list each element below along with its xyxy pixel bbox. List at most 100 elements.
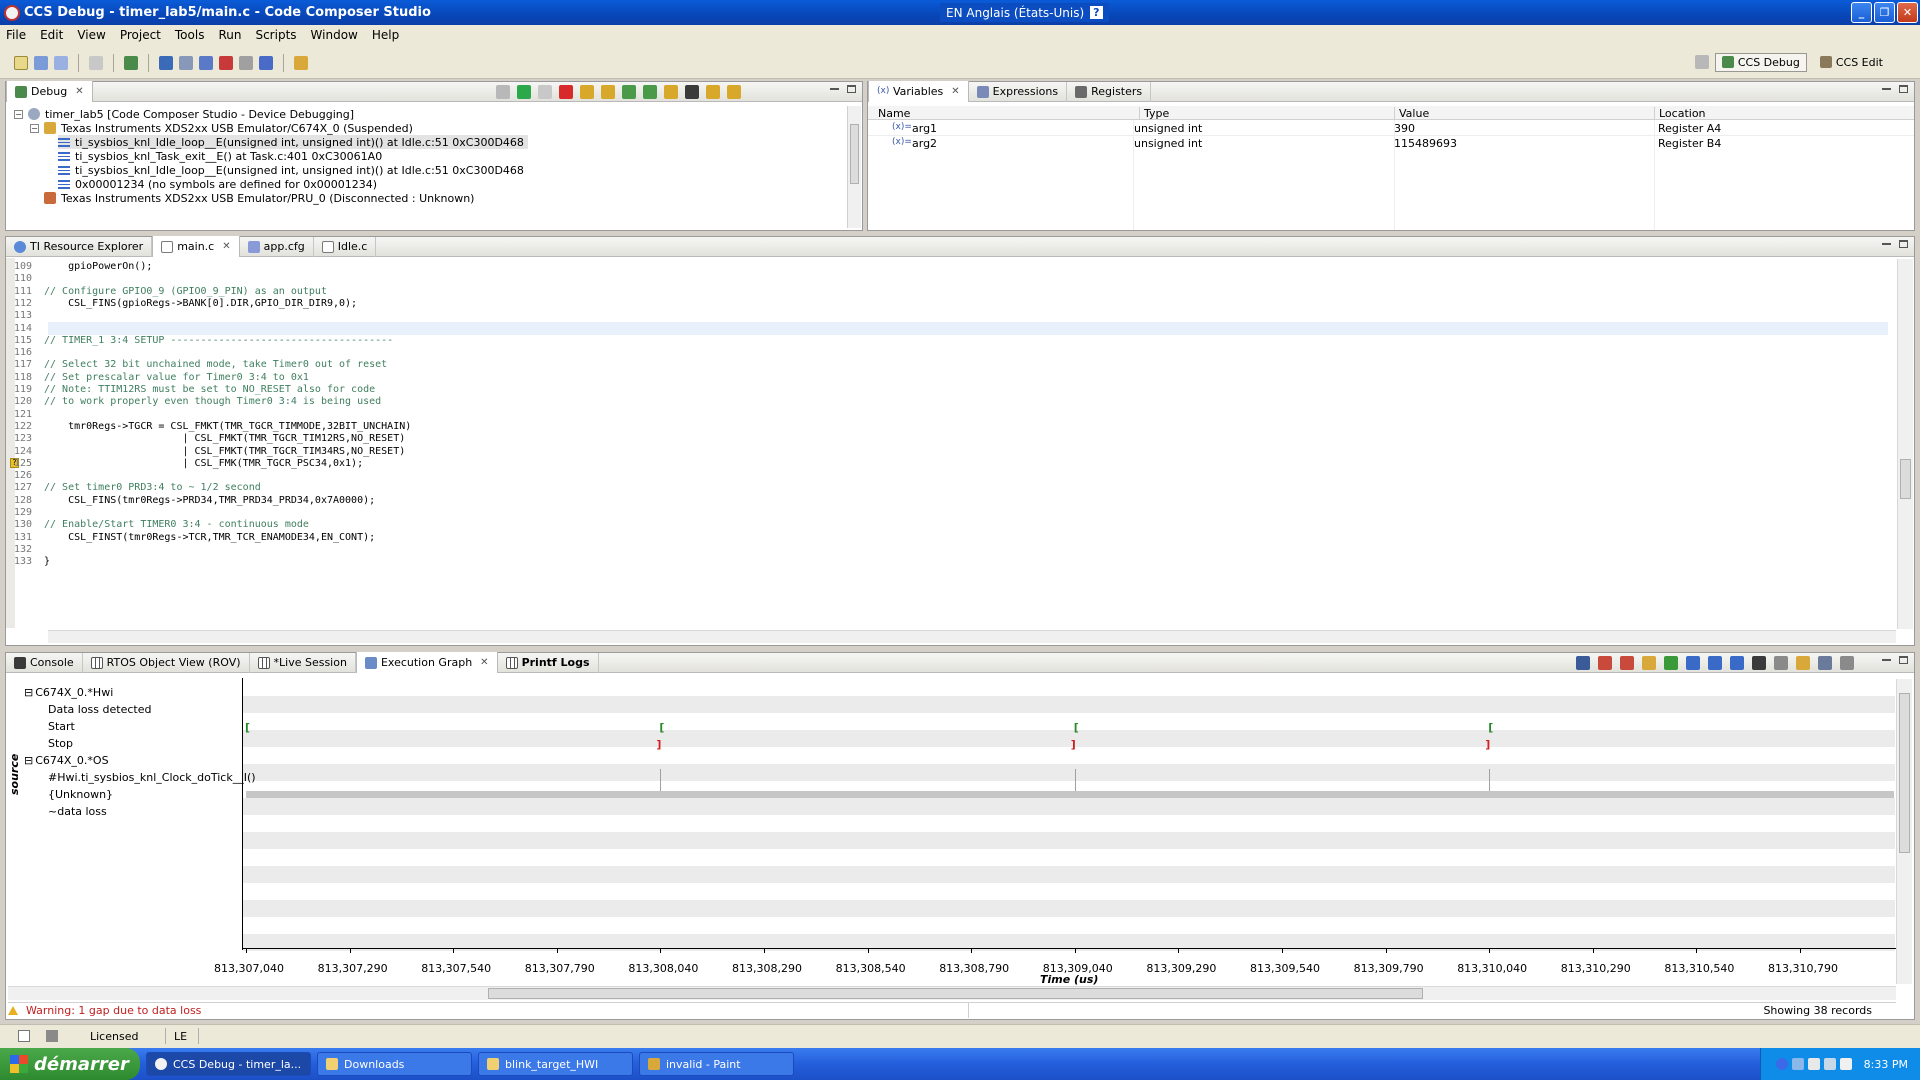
- collapse-all-icon[interactable]: [1840, 656, 1854, 670]
- tree-item-pru[interactable]: Texas Instruments XDS2xx USB Emulator/PR…: [44, 191, 474, 205]
- minimize-icon[interactable]: [1882, 659, 1891, 661]
- tools-icon[interactable]: [294, 56, 308, 70]
- reset-cpu-icon[interactable]: [685, 85, 699, 99]
- code-line[interactable]: 121: [14, 409, 44, 421]
- start-mark[interactable]: [: [1074, 721, 1079, 734]
- close-button[interactable]: ✕: [1897, 2, 1918, 23]
- assembly-step-over-icon[interactable]: [664, 85, 678, 99]
- code-line[interactable]: 119 // Note: TTIM12RS must be set to NO_R…: [14, 384, 375, 396]
- code-line[interactable]: 126: [14, 470, 44, 482]
- task-blink-target[interactable]: blink_target_HWI: [478, 1052, 633, 1076]
- tab-variables[interactable]: (x) Variables ✕: [868, 81, 969, 102]
- menu-tools[interactable]: Tools: [175, 28, 205, 42]
- refresh-icon[interactable]: [259, 56, 273, 70]
- restart-icon[interactable]: [706, 85, 720, 99]
- graph-horizontal-scrollbar[interactable]: [8, 986, 1896, 1000]
- collapse-icon[interactable]: −: [14, 109, 23, 119]
- editor-vertical-scrollbar[interactable]: [1897, 259, 1913, 629]
- license-icon[interactable]: [46, 1030, 58, 1042]
- code-line[interactable]: 130 // Enable/Start TIMER0 3:4 - continuo…: [14, 519, 309, 531]
- start-mark[interactable]: [: [659, 721, 664, 734]
- stop-mark[interactable]: ]: [656, 738, 661, 751]
- graph-vertical-scrollbar[interactable]: [1896, 679, 1912, 984]
- code-line[interactable]: 113: [14, 310, 44, 322]
- remove-terminated-icon[interactable]: [496, 85, 510, 99]
- tab-expressions[interactable]: Expressions: [969, 81, 1068, 102]
- table-row[interactable]: (x)= arg1 unsigned int 390 Register A4: [868, 121, 1914, 135]
- minimize-icon[interactable]: [830, 88, 839, 90]
- graph-row-label[interactable]: ⊟ C674X_0.*Hwi: [24, 686, 113, 699]
- tab-execution-graph[interactable]: Execution Graph ✕: [355, 652, 498, 673]
- code-line[interactable]: 118 // Set prescalar value for Timer0 3:4…: [14, 372, 309, 384]
- group-icon[interactable]: [1642, 656, 1656, 670]
- terminate-icon[interactable]: [559, 85, 573, 99]
- collapse-icon[interactable]: −: [30, 123, 39, 133]
- usb-icon[interactable]: [1807, 1058, 1820, 1070]
- network-icon[interactable]: [1791, 1058, 1804, 1070]
- code-line[interactable]: 128 CSL_FINS(tmr0Regs->PRD34,TMR_PRD34_P…: [14, 495, 375, 507]
- code-line[interactable]: 115 // TIMER_1 3:4 SETUP ----------------…: [14, 335, 393, 347]
- column-type[interactable]: Type: [1139, 107, 1169, 120]
- binoculars-icon[interactable]: [1752, 656, 1766, 670]
- tree-item-project[interactable]: − timer_lab5 [Code Composer Studio - Dev…: [14, 107, 354, 121]
- zoom-fit-icon[interactable]: [1730, 656, 1744, 670]
- close-icon[interactable]: ✕: [75, 86, 83, 97]
- tab-debug[interactable]: Debug ✕: [6, 81, 93, 102]
- minimize-icon[interactable]: [1882, 88, 1891, 90]
- tree-icon[interactable]: [1818, 656, 1832, 670]
- menu-run[interactable]: Run: [218, 28, 241, 42]
- minimize-icon[interactable]: [1882, 243, 1891, 245]
- code-line[interactable]: 114: [14, 323, 44, 335]
- connect-icon[interactable]: [179, 56, 193, 70]
- load-program-icon[interactable]: [159, 56, 173, 70]
- save-all-icon[interactable]: [54, 56, 68, 70]
- measure-icon[interactable]: [1598, 656, 1612, 670]
- step-return-icon[interactable]: [622, 85, 636, 99]
- unknown-activity-bar[interactable]: [246, 791, 1894, 798]
- language-bar[interactable]: EN Anglais (États-Unis) ?: [940, 3, 1109, 22]
- perspective-ccs-debug[interactable]: CCS Debug: [1714, 52, 1807, 72]
- new-icon[interactable]: [14, 56, 28, 70]
- close-icon[interactable]: ✕: [951, 86, 959, 97]
- code-line[interactable]: 133}: [14, 556, 50, 568]
- graph-row-label[interactable]: Data loss detected: [48, 703, 151, 716]
- start-mark[interactable]: [: [245, 721, 250, 734]
- code-line[interactable]: 132: [14, 544, 44, 556]
- code-line[interactable]: 110: [14, 273, 44, 285]
- assembly-step-icon[interactable]: [643, 85, 657, 99]
- tray-arrow-icon[interactable]: [1775, 1058, 1788, 1070]
- table-row[interactable]: (x)= arg2 unsigned int 115489693 Registe…: [868, 135, 1914, 150]
- var-value[interactable]: 115489693: [1394, 137, 1457, 150]
- tab-idle-c[interactable]: Idle.c: [314, 236, 377, 257]
- column-location[interactable]: Location: [1654, 107, 1706, 120]
- align-icon[interactable]: [1576, 656, 1590, 670]
- graph-row-label[interactable]: Start: [48, 720, 75, 733]
- maximize-icon[interactable]: [1899, 240, 1908, 248]
- step-into-icon[interactable]: [580, 85, 594, 99]
- tab-main-c[interactable]: main.c ✕: [152, 236, 240, 257]
- code-line[interactable]: 129: [14, 507, 44, 519]
- code-line[interactable]: 124 | CSL_FMKT(TMR_TGCR_TIM34RS,NO_RESET…: [14, 446, 405, 458]
- graph-row-label[interactable]: Stop: [48, 737, 73, 750]
- menu-project[interactable]: Project: [120, 28, 161, 42]
- zoom-in-icon[interactable]: [1686, 656, 1700, 670]
- resume-icon[interactable]: [517, 85, 531, 99]
- graph-row-label[interactable]: ~data loss: [48, 805, 107, 818]
- debug-scrollbar[interactable]: [847, 106, 861, 228]
- marker-icon[interactable]: [1620, 656, 1634, 670]
- disconnect-icon[interactable]: [219, 56, 233, 70]
- var-value[interactable]: 390: [1394, 122, 1415, 135]
- tab-registers[interactable]: Registers: [1067, 81, 1152, 102]
- reset-icon[interactable]: [239, 56, 253, 70]
- code-line[interactable]: 116: [14, 347, 44, 359]
- tab-app-cfg[interactable]: app.cfg: [240, 236, 314, 257]
- maximize-icon[interactable]: [1899, 656, 1908, 664]
- graph-row-label[interactable]: #Hwi.ti_sysbios_knl_Clock_doTick__I(): [48, 771, 256, 784]
- close-icon[interactable]: ✕: [222, 241, 230, 252]
- column-value[interactable]: Value: [1394, 107, 1429, 120]
- column-name[interactable]: Name: [878, 107, 910, 120]
- help-icon[interactable]: ?: [1090, 6, 1103, 19]
- menu-window[interactable]: Window: [311, 28, 358, 42]
- add-icon[interactable]: [1664, 656, 1678, 670]
- code-line[interactable]: 111 // Configure GPIO0_9 (GPIO0_9_PIN) as…: [14, 286, 327, 298]
